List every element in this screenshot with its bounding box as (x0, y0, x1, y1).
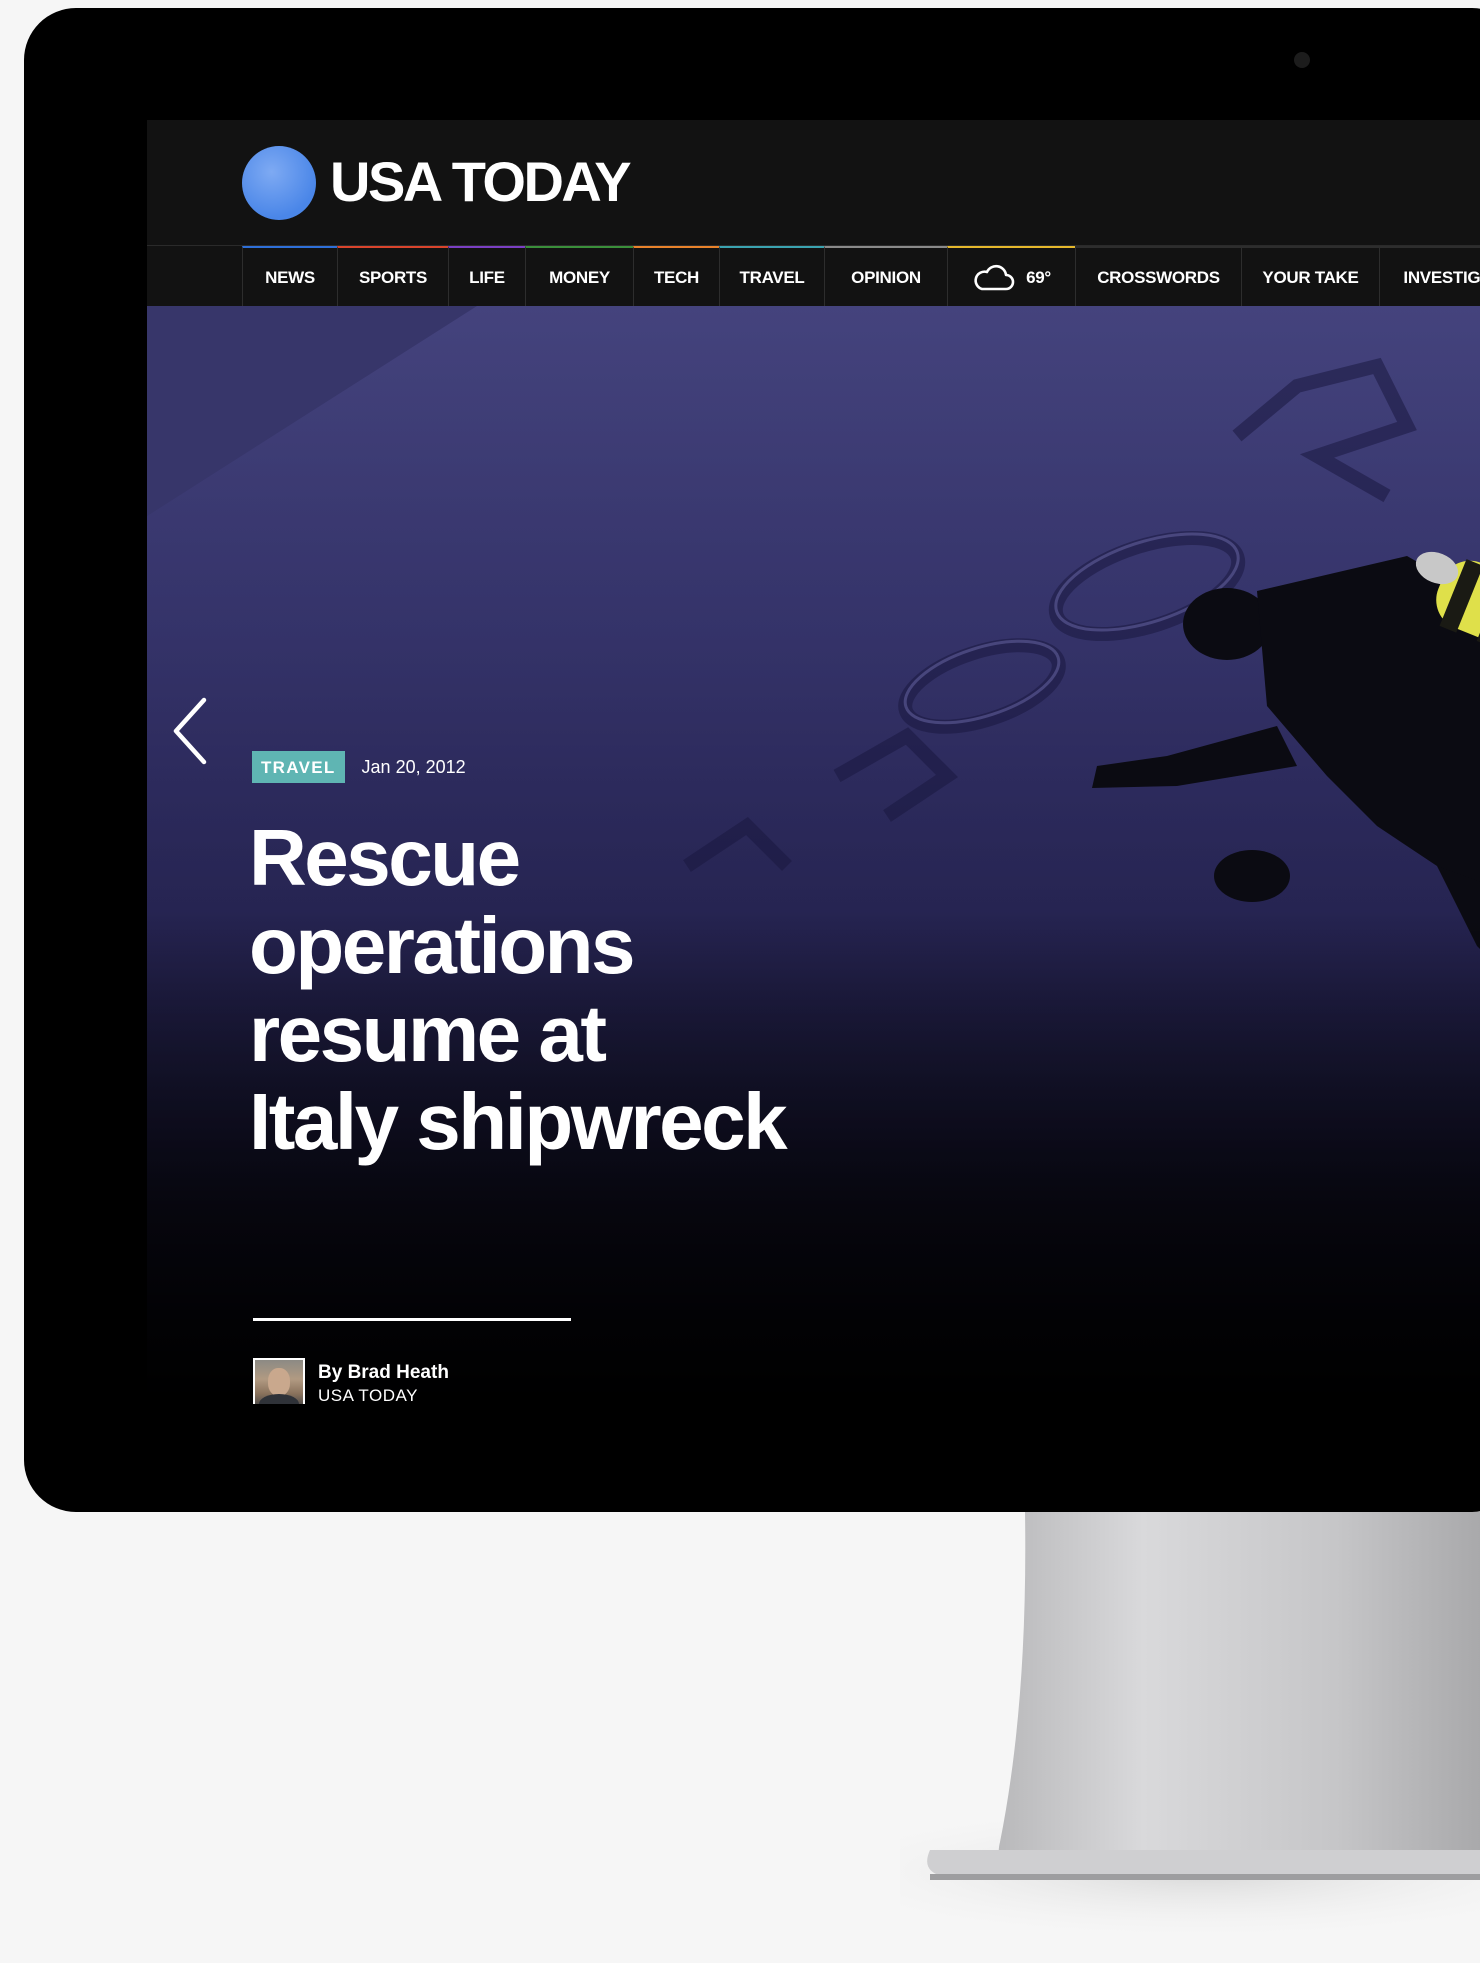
nav-item-tech[interactable]: TECH (633, 246, 719, 306)
chevron-left-icon (173, 697, 207, 765)
headline-line: Rescue (249, 813, 521, 902)
nav-item-investigations[interactable]: INVESTIGATI (1379, 246, 1480, 306)
story-date: Jan 20, 2012 (361, 756, 466, 777)
cloud-icon (972, 264, 1016, 292)
monitor-stand (900, 1512, 1480, 1942)
nav-label: YOUR TAKE (1262, 268, 1359, 287)
nav-label: MONEY (549, 268, 610, 287)
nav-item-life[interactable]: LIFE (448, 246, 525, 306)
nav-label: LIFE (469, 268, 505, 287)
headline-line: Italy shipwreck (249, 1077, 788, 1166)
nav-item-money[interactable]: MONEY (525, 246, 633, 306)
story-meta: TRAVEL Jan 20, 2012 (252, 751, 466, 783)
nav-label: OPINION (851, 268, 921, 287)
nav-label: TRAVEL (739, 268, 805, 287)
hero-carousel[interactable]: TRAVEL Jan 20, 2012 Rescue operations re… (147, 306, 1480, 1404)
carousel-prev-button[interactable] (170, 696, 210, 766)
author-avatar[interactable] (253, 1358, 305, 1404)
headline-divider (253, 1318, 571, 1321)
nav-item-news[interactable]: NEWS (242, 246, 337, 306)
main-nav: NEWS SPORTS LIFE MONEY TECH TRAVEL OPINI… (147, 245, 1480, 307)
nav-label: SPORTS (358, 268, 428, 287)
nav-item-your-take[interactable]: YOUR TAKE (1241, 246, 1379, 306)
nav-label: INVESTIGATI (1403, 268, 1480, 287)
nav-item-opinion[interactable]: OPINION (824, 246, 947, 306)
webcam (1294, 52, 1310, 68)
browser-screen: USA TODAY NEWS SPORTS LIFE MONEY TECH TR… (147, 120, 1480, 1404)
author-outlet: USA TODAY (318, 1386, 418, 1404)
nav-item-weather[interactable]: 69° (947, 246, 1075, 306)
nav-label: CROSSWORDS (1097, 268, 1220, 287)
site-logo-text[interactable]: USA TODAY (330, 150, 632, 214)
byline: By Brad Heath USA TODAY (253, 1358, 449, 1404)
story-headline[interactable]: Rescue operations resume at Italy shipwr… (249, 814, 949, 1166)
weather-temperature: 69° (1026, 268, 1051, 287)
nav-label: NEWS (265, 268, 315, 287)
nav-item-crosswords[interactable]: CROSSWORDS (1075, 246, 1241, 306)
usa-today-logo-dot[interactable] (242, 146, 316, 220)
headline-line: operations (249, 901, 635, 990)
masthead: USA TODAY (147, 120, 1480, 245)
nav-item-travel[interactable]: TRAVEL (719, 246, 824, 306)
section-tag[interactable]: TRAVEL (252, 751, 345, 783)
headline-line: resume at (249, 989, 607, 1078)
nav-item-sports[interactable]: SPORTS (337, 246, 448, 306)
author-name[interactable]: By Brad Heath (318, 1361, 449, 1384)
nav-label: TECH (653, 268, 700, 287)
monitor-bezel: USA TODAY NEWS SPORTS LIFE MONEY TECH TR… (24, 8, 1480, 1512)
